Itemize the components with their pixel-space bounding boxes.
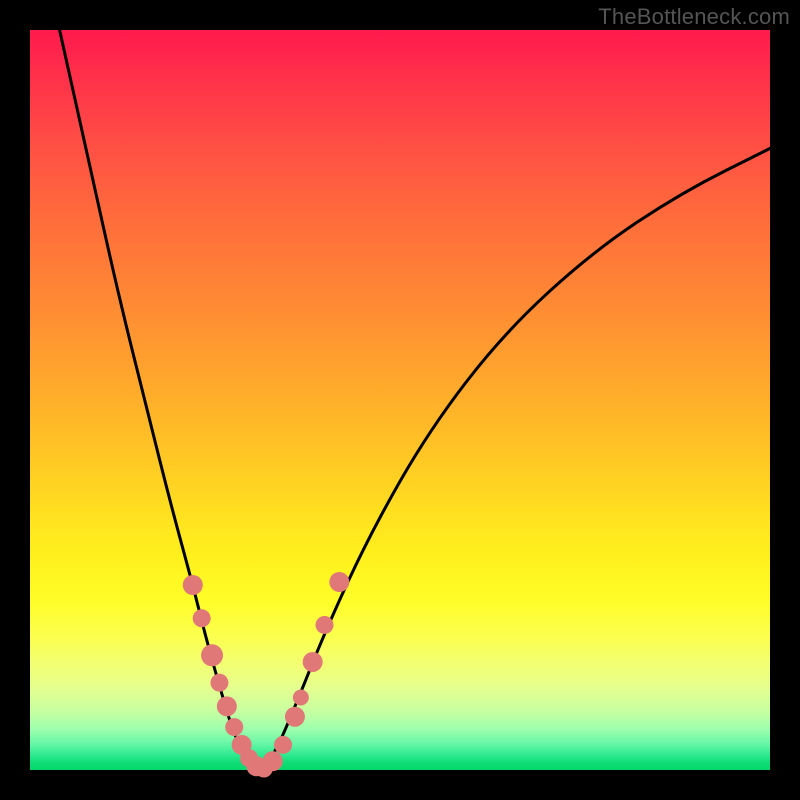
watermark-text: TheBottleneck.com — [598, 4, 790, 30]
sample-point — [274, 736, 292, 754]
chart-frame: TheBottleneck.com — [0, 0, 800, 800]
sample-point — [303, 652, 323, 672]
marker-group — [183, 572, 350, 777]
curves-svg — [30, 30, 770, 770]
sample-point — [263, 751, 283, 771]
sample-point — [193, 609, 211, 627]
right-curve — [259, 148, 770, 770]
left-curve — [60, 30, 260, 770]
sample-point — [201, 644, 223, 666]
sample-point — [316, 616, 334, 634]
sample-point — [329, 572, 349, 592]
sample-point — [293, 689, 309, 705]
sample-point — [210, 674, 228, 692]
plot-area — [30, 30, 770, 770]
sample-point — [285, 707, 305, 727]
sample-point — [217, 696, 237, 716]
sample-point — [183, 575, 203, 595]
sample-point — [225, 718, 243, 736]
